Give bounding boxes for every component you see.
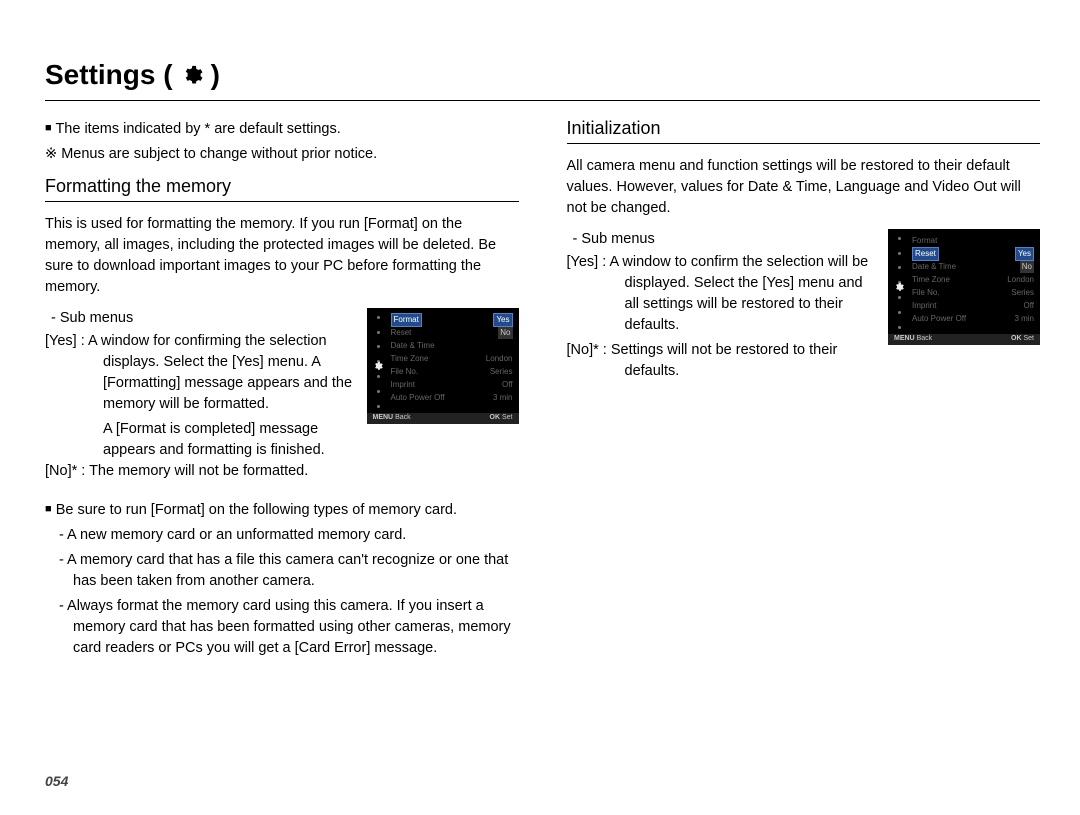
init-screenshot: Format Reset Yes Date & Time No Time Zon… <box>888 229 1040 345</box>
init-no: [No]* : Settings will not be restored to… <box>567 340 1041 382</box>
menu-key: MENU <box>894 335 915 342</box>
back-label: Back <box>395 414 411 421</box>
screen-item: Imprint <box>391 379 415 391</box>
format-b3: - Always format the memory card using th… <box>45 596 519 659</box>
square-bullet-icon: ■ <box>45 503 52 515</box>
popup-yes: Yes <box>1015 247 1034 261</box>
format-b2: - A memory card that has a file this cam… <box>45 550 519 592</box>
popup-no: No <box>1020 261 1034 273</box>
note-default: ■ The items indicated by * are default s… <box>45 119 519 140</box>
format-yes-cont: A [Format is completed] message appears … <box>45 419 519 461</box>
screen-item: Imprint <box>912 300 936 312</box>
format-bullets-lead: ■ Be sure to run [Format] on the followi… <box>45 500 519 521</box>
screen-item: Format <box>391 313 422 327</box>
gear-icon <box>373 361 383 371</box>
section-heading-format: Formatting the memory <box>45 173 519 202</box>
screen-item: Reset <box>912 247 939 261</box>
back-label: Back <box>917 335 933 342</box>
screen-item: Time Zone <box>912 274 950 286</box>
square-bullet-icon: ■ <box>45 122 52 134</box>
ok-key: OK <box>1011 335 1022 342</box>
set-label: Set <box>1023 335 1034 342</box>
popup-yes: Yes <box>493 313 512 327</box>
screen-item: File No. <box>912 287 940 299</box>
popup-no: No <box>498 327 512 339</box>
screen-item: Reset <box>391 327 412 339</box>
screen-item: Time Zone <box>391 353 429 365</box>
ok-key: OK <box>490 414 501 421</box>
section-heading-init: Initialization <box>567 115 1041 144</box>
title-prefix: Settings ( <box>45 55 173 96</box>
left-column: ■ The items indicated by * are default s… <box>45 115 519 663</box>
format-intro: This is used for formatting the memory. … <box>45 214 519 298</box>
screen-item: Auto Power Off <box>912 313 966 325</box>
right-column: Initialization All camera menu and funct… <box>567 115 1041 663</box>
note-change: ※ Menus are subject to change without pr… <box>45 144 519 165</box>
reference-mark-icon: ※ <box>45 146 57 162</box>
title-suffix: ) <box>211 55 220 96</box>
gear-icon <box>894 282 904 292</box>
init-intro: All camera menu and function settings wi… <box>567 156 1041 219</box>
format-screenshot: Format Yes Reset No Date & Time Time Zon… <box>367 308 519 424</box>
page-title: Settings ( ) <box>45 55 1040 101</box>
screen-item: File No. <box>391 366 419 378</box>
screen-item: Date & Time <box>391 340 435 352</box>
set-label: Set <box>502 414 513 421</box>
format-b1: - A new memory card or an unformatted me… <box>45 525 519 546</box>
gear-icon <box>181 64 203 86</box>
screen-item: Format <box>912 235 937 247</box>
menu-key: MENU <box>373 414 394 421</box>
screen-item: Date & Time <box>912 261 956 273</box>
format-no: [No]* : The memory will not be formatted… <box>45 461 519 482</box>
screen-item: Auto Power Off <box>391 392 445 404</box>
page-number: 054 <box>45 771 68 791</box>
